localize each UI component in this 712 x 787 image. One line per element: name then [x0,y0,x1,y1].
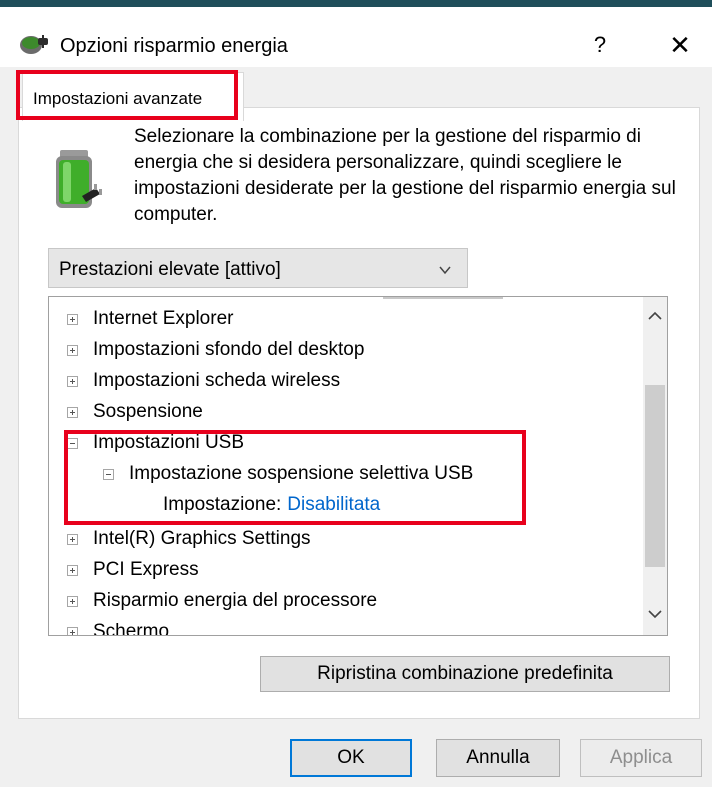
ok-button[interactable]: OK [290,739,412,777]
power-options-icon [18,29,50,57]
tab-advanced-settings-label: Impostazioni avanzate [33,89,203,108]
expand-icon[interactable] [67,407,78,418]
expand-icon[interactable] [67,345,78,356]
expand-icon[interactable] [67,376,78,387]
cancel-button[interactable]: Annulla [436,739,560,777]
tree-setting-row[interactable]: Impostazione: Disabilitata [163,494,380,522]
scroll-down-icon[interactable] [647,607,663,621]
settings-tree[interactable]: Internet Explorer Impostazioni sfondo de… [48,296,668,636]
window-top-band [0,0,712,7]
tree-item-label: Risparmio energia del processore [93,590,378,611]
description-text: Selezionare la combinazione per la gesti… [134,126,676,225]
expand-icon[interactable] [67,627,78,635]
tree-item-label: Impostazioni scheda wireless [93,370,341,391]
tree-item-label: Intel(R) Graphics Settings [93,528,311,549]
setting-value-link[interactable]: Disabilitata [287,494,380,515]
setting-label: Impostazione: [163,494,282,515]
scroll-up-icon[interactable] [647,309,663,323]
battery-plug-icon [52,148,104,216]
tree-scrollbar[interactable] [643,297,667,635]
power-plan-dropdown[interactable]: Prestazioni elevate [attivo] [48,248,468,288]
apply-button[interactable]: Applica [580,739,702,777]
close-button[interactable]: ✕ [660,27,700,63]
expand-icon[interactable] [67,314,78,325]
chevron-down-icon [439,263,451,275]
tree-item-label: Impostazione sospensione selettiva USB [129,463,474,484]
tree-item-label: Internet Explorer [93,308,234,329]
expand-icon[interactable] [67,596,78,607]
expand-icon[interactable] [67,534,78,545]
help-button[interactable]: ? [580,27,620,63]
tab-advanced-settings[interactable]: Impostazioni avanzate [22,72,244,121]
tree-item-label: Sospensione [93,401,203,422]
scroll-thumb[interactable] [645,385,665,567]
tree-item-label: Schermo [93,621,170,636]
expand-icon[interactable] [67,565,78,576]
window-title: Opzioni risparmio energia [60,35,288,57]
tree-item-label: PCI Express [93,559,199,580]
tree-item-label: Impostazioni USB [93,432,245,453]
tree-item-label: Impostazioni sfondo del desktop [93,339,365,360]
collapse-icon[interactable] [103,469,114,480]
close-icon: ✕ [669,29,691,60]
power-plan-selected-value: Prestazioni elevate [attivo] [59,259,281,280]
collapse-icon[interactable] [67,438,78,449]
restore-default-button[interactable]: Ripristina combinazione predefinita [260,656,670,692]
help-icon: ? [593,32,607,57]
title-bar: Opzioni risparmio energia ? ✕ [0,7,712,67]
tree-partial-row-hint [383,297,503,299]
